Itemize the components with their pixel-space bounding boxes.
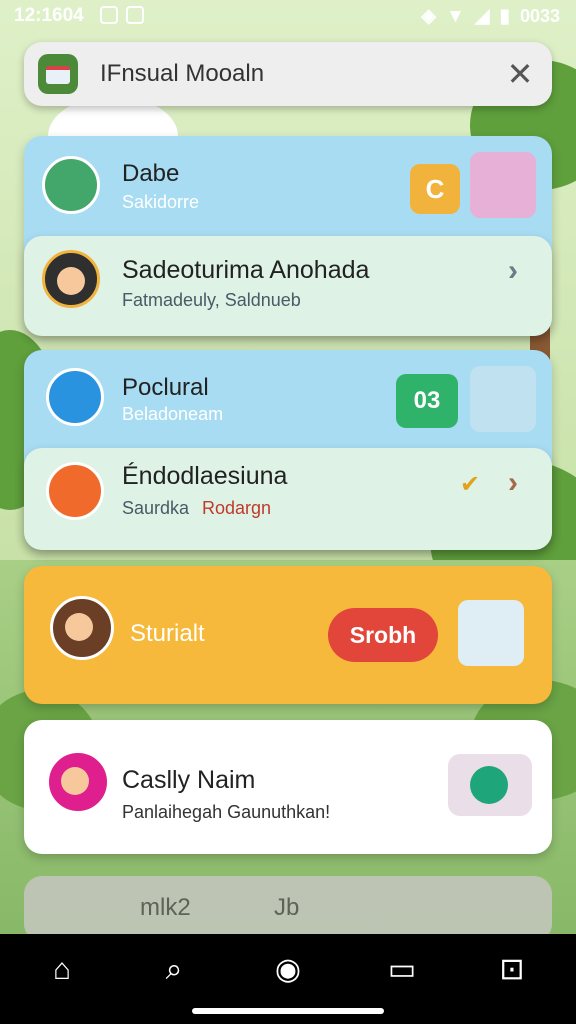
window-icon[interactable]: ▭ — [384, 952, 420, 988]
notification-subtitle-a: Saurdka — [122, 498, 190, 518]
battery-icon: ▮ — [499, 6, 510, 27]
clock: 12:1604 — [14, 5, 84, 26]
avatar — [42, 250, 100, 308]
chevron-right-icon[interactable]: › — [508, 254, 518, 288]
notification-subtitle: Panlaihegah Gaunuthkan! — [122, 802, 331, 822]
notification-message-card[interactable]: Caslly Naim Panlaihegah Gaunuthkan! — [24, 720, 552, 854]
dock-label-a: mlk2 — [140, 894, 191, 921]
notification-item[interactable]: Sadeoturima Anohada Fatmadeuly, Saldnueb… — [24, 236, 552, 336]
app-icon — [38, 54, 78, 94]
notification-header[interactable]: IFnsual Mooaln ✕ — [24, 42, 552, 106]
check-icon: ✔ — [460, 471, 481, 498]
avatar — [50, 596, 114, 660]
character-sticker — [470, 152, 536, 218]
header-title: IFnsual Mooaln — [100, 60, 265, 87]
profile-icon[interactable]: ◉ — [270, 952, 306, 988]
avatar — [46, 750, 110, 814]
signal-icon: ◈ — [421, 6, 437, 27]
dock-label-b: Jb — [274, 894, 300, 921]
cell-icon: ◢ — [474, 6, 490, 27]
home-handle[interactable] — [192, 1008, 384, 1014]
notification-subtitle: Beladoneam — [122, 404, 224, 424]
notification-subtitle-b: Rodargn — [202, 498, 272, 518]
dock-preview: mlk2 Jb — [24, 876, 552, 942]
lock-icon[interactable]: ⊡ — [494, 952, 530, 988]
search-icon[interactable]: ⌕ — [156, 952, 192, 988]
status-icons-left — [100, 6, 144, 24]
twitter-avatar — [46, 368, 104, 426]
chat-icon — [470, 766, 508, 804]
notification-title: Caslly Naim — [122, 766, 256, 794]
close-icon[interactable]: ✕ — [498, 52, 542, 96]
notification-subtitle: Sakidorre — [122, 192, 200, 212]
notification-title: Dabe — [122, 160, 180, 187]
wifi-icon: ▼ — [446, 5, 465, 27]
notification-action-card[interactable]: Sturialt Srobh — [24, 566, 552, 704]
character-sticker — [470, 366, 536, 432]
notification-title: Sturialt — [130, 620, 205, 647]
status-icons-right: ◈ ▼ ◢ ▮ 0033 — [421, 5, 560, 28]
notification-title: Poclural — [122, 374, 209, 401]
status-bar: 12:1604 ◈ ▼ ◢ ▮ 0033 — [0, 0, 576, 32]
count-badge[interactable]: 03 — [396, 374, 458, 428]
app-badge[interactable]: C — [410, 164, 460, 214]
navigation-bar: ⌂ ⌕ ◉ ▭ ⊡ — [0, 934, 576, 1024]
battery-level: 0033 — [519, 6, 560, 26]
action-button[interactable]: Srobh — [328, 608, 438, 662]
reply-button[interactable] — [448, 754, 532, 816]
heart-icon — [46, 462, 104, 520]
chevron-right-icon[interactable]: › — [508, 466, 518, 500]
home-icon[interactable]: ⌂ — [44, 952, 80, 988]
notification-subtitle: Fatmadeuly, Saldnueb — [122, 290, 301, 310]
location-icon — [100, 6, 118, 24]
avatar — [42, 156, 100, 214]
character-sticker — [458, 600, 524, 666]
notification-title: Sadeoturima Anohada — [122, 256, 370, 284]
screenshot-icon — [126, 6, 144, 24]
notification-item[interactable]: Éndodlaesiuna Saurdka Rodargn ✔ › — [24, 448, 552, 550]
notification-title: Éndodlaesiuna — [122, 462, 288, 490]
